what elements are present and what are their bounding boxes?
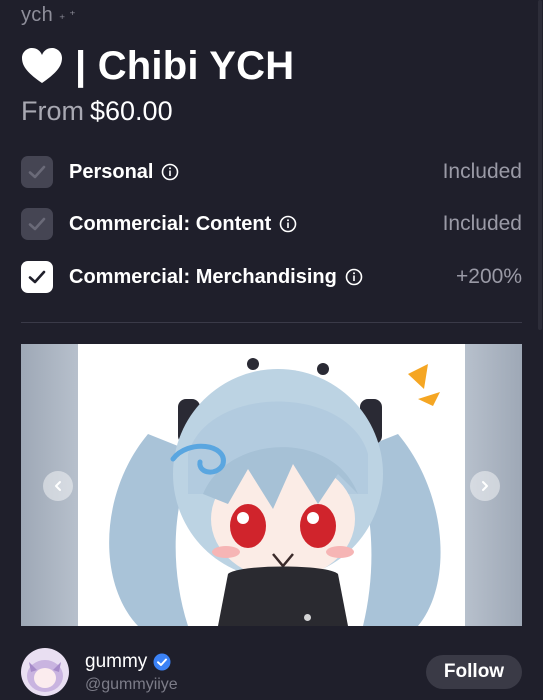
check-icon bbox=[28, 217, 46, 231]
license-label: Personal bbox=[69, 160, 154, 183]
carousel-prev-button[interactable] bbox=[43, 471, 73, 501]
license-value: +200% bbox=[456, 265, 522, 288]
license-commercial-content[interactable]: Commercial: Content Included bbox=[21, 207, 522, 241]
page-title: | Chibi YCH bbox=[21, 40, 294, 92]
avatar[interactable] bbox=[21, 648, 69, 696]
info-icon[interactable] bbox=[161, 163, 179, 181]
license-label: Commercial: Merchandising bbox=[69, 265, 337, 288]
check-icon bbox=[28, 165, 46, 179]
artist-text: gummy @gummyiiye bbox=[85, 651, 178, 694]
heart-icon bbox=[22, 48, 62, 83]
divider bbox=[21, 322, 522, 323]
image-carousel[interactable] bbox=[21, 344, 522, 626]
license-commercial-merchandising[interactable]: Commercial: Merchandising +200% bbox=[21, 260, 522, 294]
license-label: Commercial: Content bbox=[69, 212, 272, 235]
info-icon[interactable] bbox=[279, 215, 297, 233]
title-text: | Chibi YCH bbox=[75, 43, 295, 88]
artist-handle: @gummyiiye bbox=[85, 675, 178, 693]
chevron-right-icon bbox=[482, 481, 488, 491]
artist-name-row: gummy bbox=[85, 651, 178, 673]
info-icon[interactable] bbox=[345, 268, 363, 286]
scrollbar[interactable] bbox=[538, 0, 542, 330]
checkbox-personal[interactable] bbox=[21, 156, 53, 188]
breadcrumb-label: ych bbox=[21, 4, 54, 26]
carousel-indicator-dot[interactable] bbox=[304, 614, 311, 621]
artist-info: gummy @gummyiiye Follow bbox=[21, 648, 522, 696]
checkbox-commercial-content[interactable] bbox=[21, 208, 53, 240]
commission-artwork-image bbox=[78, 344, 465, 626]
check-icon bbox=[28, 270, 46, 284]
chevron-left-icon bbox=[55, 481, 61, 491]
license-value: Included bbox=[442, 160, 522, 183]
price-prefix: From bbox=[21, 96, 84, 126]
price-value: $60.00 bbox=[90, 96, 173, 126]
price: From $60.00 bbox=[21, 96, 173, 127]
breadcrumb[interactable]: ych ₊ ⁺ bbox=[21, 4, 76, 27]
commission-page: ych ₊ ⁺ | Chibi YCH From $60.00 Personal I… bbox=[0, 0, 543, 700]
artist-name[interactable]: gummy bbox=[85, 651, 147, 673]
checkbox-commercial-merchandising[interactable] bbox=[21, 261, 53, 293]
verified-badge-icon bbox=[153, 653, 171, 670]
carousel-next-button[interactable] bbox=[470, 471, 500, 501]
follow-button[interactable]: Follow bbox=[426, 655, 522, 689]
license-value: Included bbox=[442, 212, 522, 235]
license-personal[interactable]: Personal Included bbox=[21, 155, 522, 189]
sparkle-icon: ₊ ⁺ bbox=[59, 8, 76, 22]
